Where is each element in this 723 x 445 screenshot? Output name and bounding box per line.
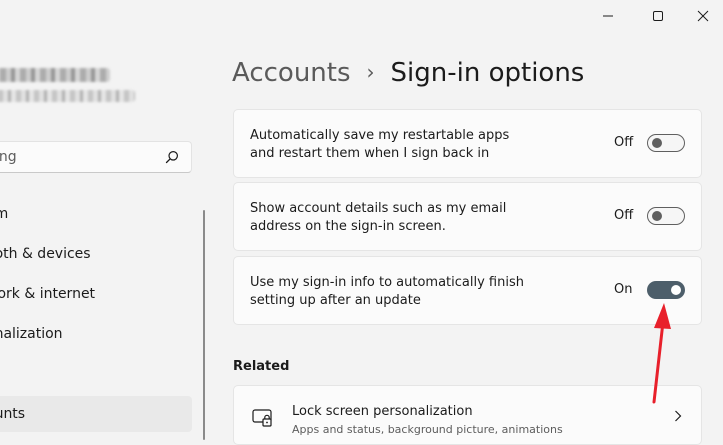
toggle-knob <box>652 138 662 148</box>
setting-text-line: address on the sign-in screen. <box>250 218 550 236</box>
user-name-blurred <box>0 68 110 82</box>
maximize-icon <box>652 10 664 22</box>
page-title: Sign-in options <box>391 58 585 88</box>
minimize-icon <box>602 10 614 22</box>
minimize-button[interactable] <box>585 5 631 27</box>
restartable-apps-toggle[interactable] <box>647 134 685 152</box>
sidebar-item-personalization[interactable]: onalization <box>0 316 192 352</box>
setting-text-line: Use my sign-in info to automatically fin… <box>250 274 550 292</box>
sidebar-item-label: onalization <box>0 326 63 342</box>
maximize-button[interactable] <box>635 5 681 27</box>
related-heading: Related <box>233 359 289 374</box>
sidebar-item-bluetooth-devices[interactable]: ooth & devices <box>0 236 192 272</box>
search-icon[interactable] <box>165 150 179 164</box>
lock-screen-icon <box>252 408 274 428</box>
breadcrumb-parent[interactable]: Accounts <box>232 58 351 88</box>
setting-card-account-details: Show account details such as my email ad… <box>233 182 702 251</box>
sidebar-item-label: work & internet <box>0 286 95 302</box>
setting-description: Use my sign-in info to automatically fin… <box>250 274 550 310</box>
related-item-subtitle: Apps and status, background picture, ani… <box>292 423 563 436</box>
toggle-knob <box>671 285 681 295</box>
chevron-right-icon <box>674 410 682 422</box>
setting-description: Automatically save my restartable apps a… <box>250 127 550 163</box>
search-box[interactable] <box>0 141 192 173</box>
close-icon <box>697 10 709 22</box>
user-email-blurred <box>0 90 135 102</box>
signin-info-toggle[interactable] <box>647 281 685 299</box>
setting-description: Show account details such as my email ad… <box>250 200 550 236</box>
setting-text-line: setting up after an update <box>250 292 550 310</box>
breadcrumb-separator: › <box>367 60 375 84</box>
sidebar-scrollbar[interactable] <box>203 210 205 440</box>
toggle-knob <box>652 211 662 221</box>
setting-text-line: Show account details such as my email <box>250 200 550 218</box>
setting-card-restartable-apps: Automatically save my restartable apps a… <box>233 109 702 178</box>
sidebar-item-network-internet[interactable]: work & internet <box>0 276 192 312</box>
sidebar-item-accounts[interactable]: ounts <box>0 396 192 432</box>
toggle-state-label: Off <box>614 135 633 150</box>
breadcrumb: Accounts › Sign-in options <box>232 58 584 88</box>
related-item-title: Lock screen personalization <box>292 404 473 419</box>
setting-text-line: and restart them when I sign back in <box>250 145 550 163</box>
sidebar-item-label: ooth & devices <box>0 246 91 262</box>
sidebar-item-label: ounts <box>0 406 25 422</box>
related-item-lock-screen[interactable]: Lock screen personalization Apps and sta… <box>233 385 702 445</box>
setting-text-line: Automatically save my restartable apps <box>250 127 550 145</box>
account-details-toggle[interactable] <box>647 207 685 225</box>
sidebar-item-label: em <box>0 206 8 222</box>
search-input[interactable] <box>0 149 155 165</box>
toggle-state-label: On <box>614 282 632 297</box>
sidebar-item-system[interactable]: em <box>0 196 192 232</box>
toggle-state-label: Off <box>614 208 633 223</box>
close-button[interactable] <box>680 5 723 27</box>
setting-card-signin-info: Use my sign-in info to automatically fin… <box>233 256 702 325</box>
